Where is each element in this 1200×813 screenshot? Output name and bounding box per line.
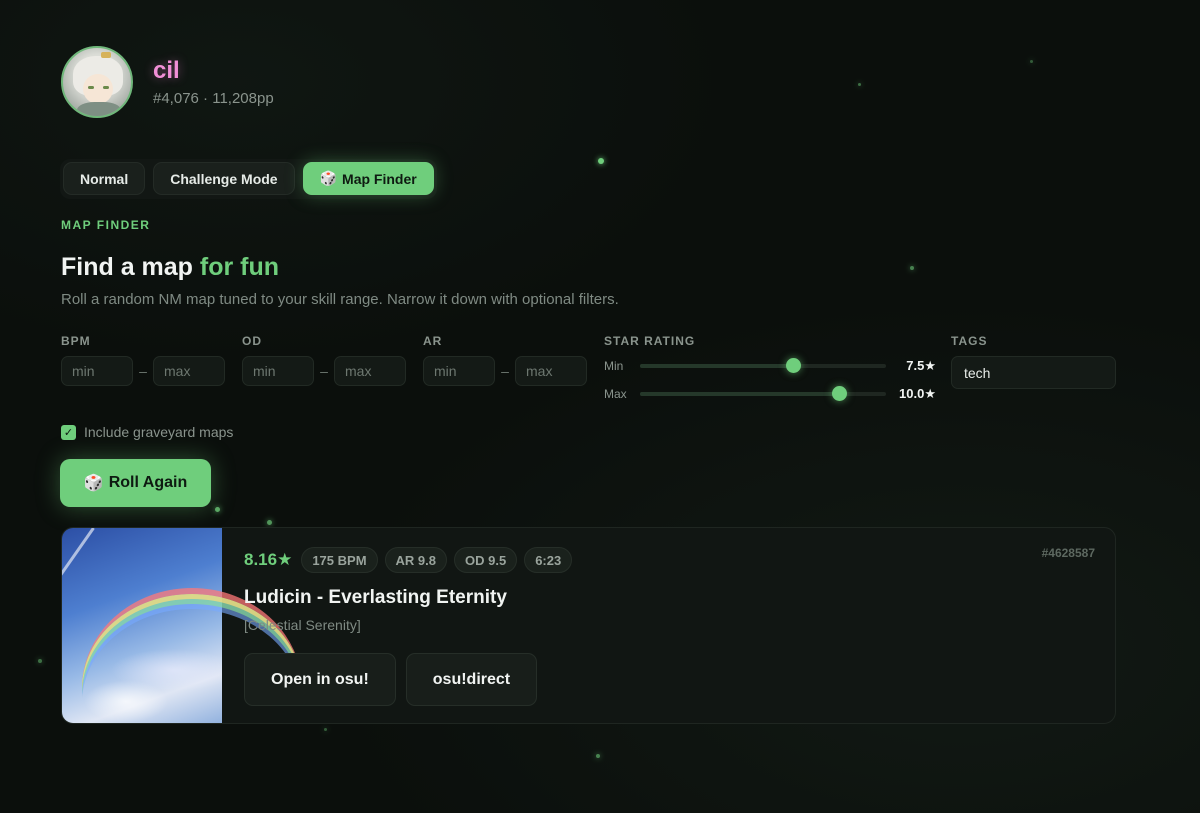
slider-fill <box>640 364 793 368</box>
dice-icon: 🎲 <box>319 170 338 186</box>
tab-label: Normal <box>80 170 129 187</box>
slider-label: Max <box>604 387 627 401</box>
od-chip: OD 9.5 <box>454 547 518 573</box>
od-min-input[interactable] <box>242 356 314 386</box>
ambient-spark <box>215 507 220 512</box>
star-rating-filter: STAR RATING Min 7.5★ Max 10.0★ <box>604 334 936 404</box>
map-difficulty: [Celestial Serenity] <box>244 617 361 633</box>
checkbox-label[interactable]: Include graveyard maps <box>84 424 233 440</box>
bpm-filter: BPM – <box>61 334 225 386</box>
filter-label: STAR RATING <box>604 334 696 348</box>
open-in-osu-button[interactable]: Open in osu! <box>244 653 396 706</box>
button-label: Roll Again <box>108 474 188 491</box>
ar-filter: AR – <box>423 334 587 386</box>
profile-info: cil #4,076 · 11,208pp <box>153 57 274 107</box>
length-chip: 6:23 <box>524 547 573 573</box>
ambient-spark <box>1030 60 1033 63</box>
user-profile: cil #4,076 · 11,208pp <box>61 46 274 118</box>
star-min-track[interactable] <box>640 358 886 373</box>
page-title: Find a map for fun <box>61 253 279 282</box>
star-max-value: 10.0★ <box>899 386 936 401</box>
section-label: MAP FINDER <box>61 218 151 232</box>
tags-filter: TAGS <box>951 334 1116 389</box>
dice-icon: 🎲 <box>83 475 104 492</box>
filter-label: BPM <box>61 334 91 348</box>
map-stats: 8.16★ 175 BPM AR 9.8 OD 9.5 6:23 <box>244 547 573 573</box>
star-max-slider-thumb[interactable] <box>832 386 848 401</box>
star-min-slider-thumb[interactable] <box>785 358 801 373</box>
graveyard-option: ✓ Include graveyard maps <box>61 424 233 440</box>
od-max-input[interactable] <box>334 356 406 386</box>
bpm-chip: 175 BPM <box>301 547 378 573</box>
map-cover-image <box>62 528 302 723</box>
ambient-spark <box>596 754 600 758</box>
ambient-spark <box>324 728 327 731</box>
ar-chip: AR 9.8 <box>384 547 447 573</box>
ar-min-input[interactable] <box>423 356 495 386</box>
map-result-card: 8.16★ 175 BPM AR 9.8 OD 9.5 6:23 Ludicin… <box>61 527 1116 724</box>
tab-challenge-mode[interactable]: Challenge Mode <box>153 162 295 195</box>
bpm-max-input[interactable] <box>153 356 225 386</box>
tab-label: Map Finder <box>342 170 417 187</box>
graveyard-checkbox[interactable]: ✓ <box>61 424 76 440</box>
ambient-spark <box>38 659 42 663</box>
star-min-slider-row: Min 7.5★ <box>604 356 936 376</box>
range-separator: – <box>501 363 509 379</box>
tags-input[interactable] <box>951 356 1116 389</box>
beatmap-id[interactable]: #4628587 <box>1042 546 1095 560</box>
osu-direct-button[interactable]: osu!direct <box>405 653 538 706</box>
tab-label: Challenge Mode <box>170 170 278 187</box>
username[interactable]: cil <box>153 57 274 85</box>
title-accent: for fun <box>199 253 280 281</box>
star-max-track[interactable] <box>640 386 886 401</box>
filter-label: AR <box>423 334 443 348</box>
star-rating: 8.16★ <box>244 550 293 569</box>
map-details: 8.16★ 175 BPM AR 9.8 OD 9.5 6:23 Ludicin… <box>244 547 573 706</box>
title-main: Find a map <box>61 253 200 281</box>
ambient-spark <box>598 158 604 164</box>
star-min-value: 7.5★ <box>906 358 936 373</box>
map-actions: Open in osu! osu!direct <box>244 653 572 706</box>
roll-again-button[interactable]: 🎲 Roll Again <box>60 459 211 507</box>
ar-max-input[interactable] <box>515 356 587 386</box>
ambient-spark <box>858 83 861 86</box>
star-max-slider-row: Max 10.0★ <box>604 384 936 404</box>
page-subtitle: Roll a random NM map tuned to your skill… <box>61 291 619 308</box>
tab-normal[interactable]: Normal <box>63 162 146 195</box>
avatar[interactable] <box>61 46 133 118</box>
bpm-min-input[interactable] <box>61 356 133 386</box>
filter-label: OD <box>242 334 262 348</box>
od-filter: OD – <box>242 334 406 386</box>
range-separator: – <box>320 363 328 379</box>
range-separator: – <box>139 363 147 379</box>
map-title: Ludicin - Everlasting Eternity <box>244 587 507 608</box>
ambient-spark <box>910 266 914 270</box>
filter-label: TAGS <box>951 334 988 348</box>
rank-and-pp: #4,076 · 11,208pp <box>153 90 274 107</box>
slider-fill <box>640 392 840 396</box>
tab-map-finder[interactable]: 🎲 Map Finder <box>302 162 434 195</box>
mode-tabs: Normal Challenge Mode 🎲 Map Finder <box>60 159 437 199</box>
ambient-spark <box>267 520 272 525</box>
slider-label: Min <box>604 359 624 373</box>
